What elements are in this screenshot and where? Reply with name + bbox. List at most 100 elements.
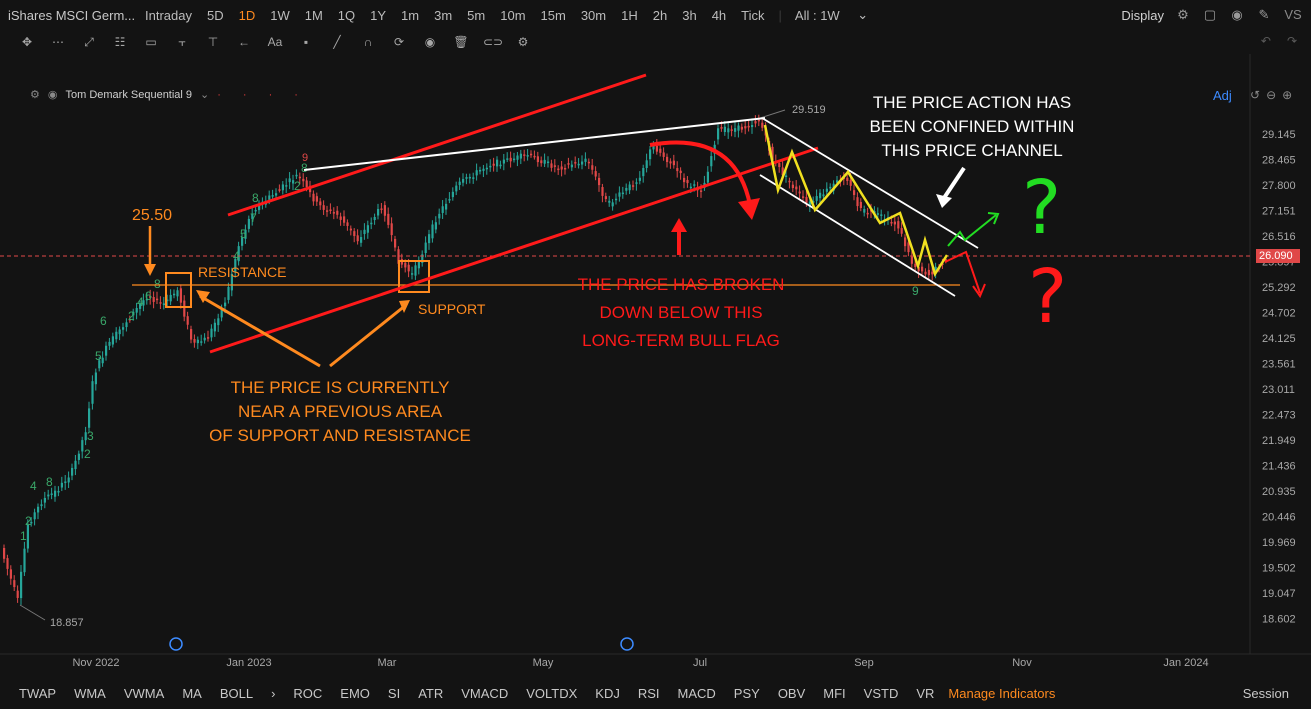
timeframe-1y[interactable]: 1Y (370, 8, 386, 23)
eye-icon[interactable]: ◉ (48, 88, 58, 101)
candle-body (417, 261, 420, 269)
fib-tool-icon[interactable]: ☷ (111, 35, 129, 49)
indicator-vwma[interactable]: VWMA (124, 686, 164, 701)
timeframe-3h[interactable]: 3h (682, 8, 696, 23)
symbol-title[interactable]: iShares MSCI Germ... (0, 8, 138, 23)
timeframe-1h[interactable]: 1H (621, 8, 638, 23)
indicator-mfi[interactable]: MFI (823, 686, 845, 701)
indicator-wma[interactable]: WMA (74, 686, 106, 701)
trash-icon[interactable]: 🗑 (452, 35, 470, 49)
indicator-vstd[interactable]: VSTD (864, 686, 899, 701)
timeframe-3m[interactable]: 3m (434, 8, 452, 23)
redo-icon[interactable]: ↷ (1287, 34, 1297, 48)
arrow-tool-icon[interactable]: ← (235, 35, 253, 49)
candle-body (353, 231, 356, 237)
indicator-rsi[interactable]: RSI (638, 686, 660, 701)
indicator-emo[interactable]: EMO (340, 686, 370, 701)
candle-body (802, 196, 805, 198)
vs-button[interactable]: VS (1283, 7, 1303, 23)
candle-body (196, 339, 199, 344)
minus-icon[interactable]: ⊖ (1266, 88, 1276, 102)
candle-body (441, 206, 444, 213)
candle-body (560, 166, 563, 170)
chevron-down-icon[interactable]: ⌄ (855, 7, 871, 23)
indicator-obv[interactable]: OBV (778, 686, 805, 701)
indicator-boll[interactable]: BOLL (220, 686, 253, 701)
timeframe-1q[interactable]: 1Q (338, 8, 355, 23)
ray-tool-icon[interactable]: ⤢ (80, 35, 98, 50)
layout-icon[interactable]: ▢ (1202, 7, 1218, 23)
timeframe-1m[interactable]: 1M (305, 8, 323, 23)
trendline-icon[interactable]: ⋯ (49, 35, 67, 49)
camera-icon[interactable]: ◉ (1229, 7, 1245, 23)
candle-body (349, 228, 352, 231)
indicator-twap[interactable]: TWAP (19, 686, 56, 701)
sync-icon[interactable]: ⟳ (390, 35, 408, 49)
timeframe-5d[interactable]: 5D (207, 8, 224, 23)
measure-tool-icon[interactable]: ⫟ (173, 35, 191, 50)
indicator-name[interactable]: Tom Demark Sequential 9 (65, 89, 192, 101)
timeframe-1w[interactable]: 1W (270, 8, 290, 23)
timeframe-15m[interactable]: 15m (541, 8, 566, 23)
plus-icon[interactable]: ⊕ (1282, 88, 1292, 102)
candle-body (203, 337, 206, 341)
candle-body (519, 153, 522, 159)
indicator-ma[interactable]: MA (182, 686, 202, 701)
settings-icon[interactable]: ⚙ (30, 88, 40, 101)
vertical-line-icon[interactable]: ⊤ (204, 35, 222, 49)
text-tool-icon[interactable]: Aa (266, 35, 284, 49)
undo-icon[interactable]: ↶ (1261, 34, 1271, 48)
pencil-icon[interactable]: ✎ (1256, 7, 1272, 23)
support-label: SUPPORT (418, 301, 486, 317)
indicator-macd[interactable]: MACD (678, 686, 716, 701)
candle-body (268, 195, 271, 200)
chevron-down-icon[interactable]: ⌄ (200, 88, 209, 101)
candle-body (717, 128, 720, 140)
crosshair-icon[interactable]: ✥ (18, 35, 36, 49)
timeframe-2h[interactable]: 2h (653, 8, 667, 23)
candle-body (604, 196, 607, 200)
timeframe-30m[interactable]: 30m (581, 8, 606, 23)
price-tick-label: 20.446 (1262, 512, 1296, 524)
timeframe-1m[interactable]: 1m (401, 8, 419, 23)
indicator-kdj[interactable]: KDJ (595, 686, 620, 701)
link-icon[interactable]: ⊂⊃ (483, 35, 503, 49)
manage-indicators-button[interactable]: Manage Indicators (948, 686, 1055, 701)
candle-body (635, 182, 638, 184)
candle-body (118, 329, 121, 335)
candle-body (3, 547, 6, 559)
timeframe-4h[interactable]: 4h (712, 8, 726, 23)
brush-tool-icon[interactable]: ╱ (328, 35, 346, 49)
candle-body (502, 159, 505, 164)
settings-icon[interactable]: ⚙ (1175, 7, 1191, 23)
range-selector[interactable]: All : 1W (795, 8, 840, 23)
eye-icon[interactable]: ◉ (421, 35, 439, 49)
rectangle-tool-icon[interactable]: ▭ (142, 35, 160, 49)
timeframe-tick[interactable]: Tick (741, 8, 764, 23)
indicator-roc[interactable]: ROC (293, 686, 322, 701)
indicator-atr[interactable]: ATR (418, 686, 443, 701)
magnet-icon[interactable]: ∩ (359, 35, 377, 49)
bull-flag-note: DOWN BELOW THIS (599, 303, 762, 322)
price-tick-label: 19.502 (1262, 563, 1296, 575)
timeframe-10m[interactable]: 10m (500, 8, 525, 23)
adj-button[interactable]: Adj (1213, 88, 1232, 103)
reset-icon[interactable]: ↺ (1250, 88, 1260, 102)
candle-body (618, 192, 621, 197)
timeframe-intraday[interactable]: Intraday (145, 8, 192, 23)
note-tool-icon[interactable]: ▪ (297, 35, 315, 49)
candle-body (37, 506, 40, 513)
indicator-psy[interactable]: PSY (734, 686, 760, 701)
timeframe-5m[interactable]: 5m (467, 8, 485, 23)
indicator-voltdx[interactable]: VOLTDX (526, 686, 577, 701)
price-chart[interactable]: 124 82356 24 688752849929.51918.857??25.50R… (0, 54, 1311, 676)
indicator-si[interactable]: SI (388, 686, 400, 701)
chevron-right-icon[interactable]: › (271, 686, 275, 701)
indicator-vmacd[interactable]: VMACD (461, 686, 508, 701)
session-button[interactable]: Session (1243, 686, 1289, 701)
timeframe-1d[interactable]: 1D (239, 8, 256, 23)
indicator-vr[interactable]: VR (916, 686, 934, 701)
draw-settings-icon[interactable]: ⚙ (514, 35, 532, 49)
drawing-toolbar: ✥ ⋯ ⤢ ☷ ▭ ⫟ ⊤ ← Aa ▪ ╱ ∩ ⟳ ◉ 🗑 ⊂⊃ ⚙ ↶ ↷ (0, 30, 1311, 54)
display-button[interactable]: Display (1121, 8, 1164, 23)
